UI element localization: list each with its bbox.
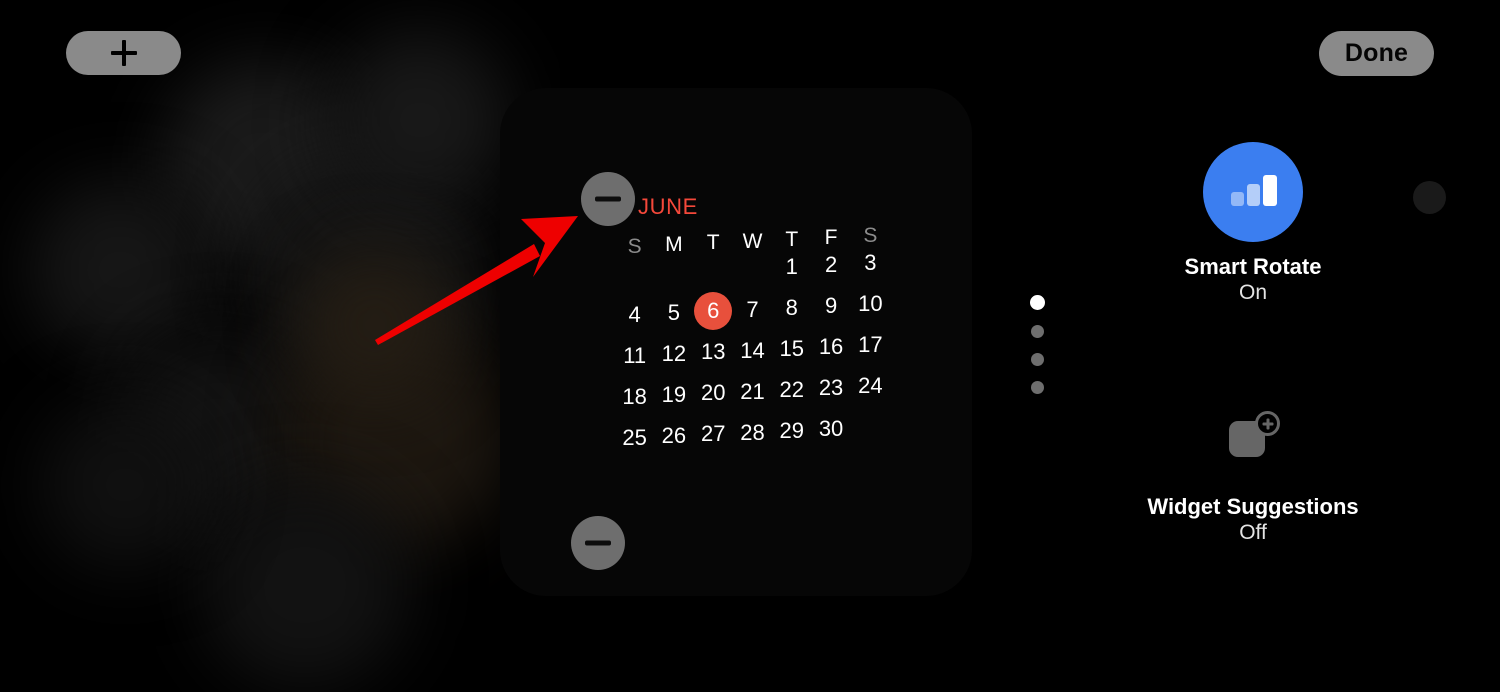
calendar-day-22: 22 [779,377,805,402]
next-widget-peek[interactable] [1413,181,1446,214]
calendar-day-5: 5 [667,300,681,325]
remove-widget-button-top[interactable] [581,172,635,226]
calendar-day-30: 30 [818,416,844,441]
calendar-weekday-2: T [706,230,720,254]
calendar-day-17: 17 [858,332,883,357]
calendar-day-18: 18 [622,384,647,409]
calendar-day-29: 29 [779,418,805,443]
calendar-day-21: 21 [740,379,765,404]
calendar-day-9: 9 [824,293,838,318]
page-dot-0[interactable] [1030,295,1045,310]
calendar-day-empty [654,257,693,287]
calendar-day-2: 2 [824,252,838,277]
minus-icon [595,196,621,202]
minus-icon [585,540,611,546]
calendar-day-3: 3 [864,250,877,275]
calendar-day-26: 26 [661,423,687,448]
calendar-weekday-5: F [824,225,838,249]
calendar-day-13: 13 [700,339,726,364]
calendar-weekday-4: T [785,227,799,251]
done-button[interactable]: Done [1319,31,1434,76]
calendar-day-empty [733,254,772,284]
add-widget-button[interactable] [66,31,181,75]
calendar-day-empty [851,412,890,442]
calendar-day-27: 27 [700,421,726,446]
calendar-day-7: 7 [746,297,759,322]
page-indicator[interactable] [1030,295,1045,394]
widget-plus-icon [1203,405,1303,465]
remove-widget-button-bottom[interactable] [571,516,625,570]
calendar-day-28: 28 [740,420,765,445]
setting-widget-suggestions-title: Widget Suggestions [1147,494,1359,519]
calendar-day-grid: 1234567891011121314151617181920212223242… [615,252,890,449]
calendar-day-12: 12 [661,341,687,366]
setting-smart-rotate-title: Smart Rotate [1184,254,1322,279]
calendar-day-8: 8 [785,295,798,320]
calendar-day-1: 1 [785,254,798,279]
calendar-day-4: 4 [628,302,641,327]
calendar-day-16: 16 [818,334,844,359]
setting-smart-rotate-value: On [1238,280,1267,304]
calendar-weekday-3: W [742,229,763,253]
calendar-widget[interactable]: JUNE SMTWTFS 123456789101112131415161718… [615,196,890,449]
calendar-day-empty [615,259,654,289]
calendar-day-empty [694,255,733,285]
calendar-day-14: 14 [740,338,765,363]
setting-smart-rotate[interactable]: Smart Rotate On [1053,142,1453,305]
calendar-day-15: 15 [779,336,805,361]
page-dot-3[interactable] [1031,381,1044,394]
calendar-weekday-6: S [863,223,878,247]
bar-chart-icon [1203,142,1303,242]
calendar-day-11: 11 [623,343,647,368]
setting-widget-suggestions[interactable]: Widget Suggestions Off [1053,405,1453,545]
calendar-weekday-1: M [665,232,683,256]
calendar-today-highlight [694,292,733,330]
calendar-month-label: JUNE [638,194,698,219]
calendar-weekday-0: S [627,234,642,258]
calendar-day-24: 24 [858,373,883,398]
calendar-day-25: 25 [622,425,647,450]
calendar-day-6: 6 [694,292,733,330]
plus-icon-vertical [121,40,126,66]
calendar-day-23: 23 [818,375,844,400]
page-dot-1[interactable] [1031,325,1044,338]
screen: Done JUNE SMTWTFS 1234567891011121314151… [0,0,1500,692]
setting-widget-suggestions-value: Off [1239,520,1267,544]
calendar-day-20: 20 [700,380,726,405]
page-dot-2[interactable] [1031,353,1044,366]
blurred-watchface-backdrop [0,0,560,692]
calendar-day-19: 19 [661,382,687,407]
calendar-day-10: 10 [858,291,883,316]
